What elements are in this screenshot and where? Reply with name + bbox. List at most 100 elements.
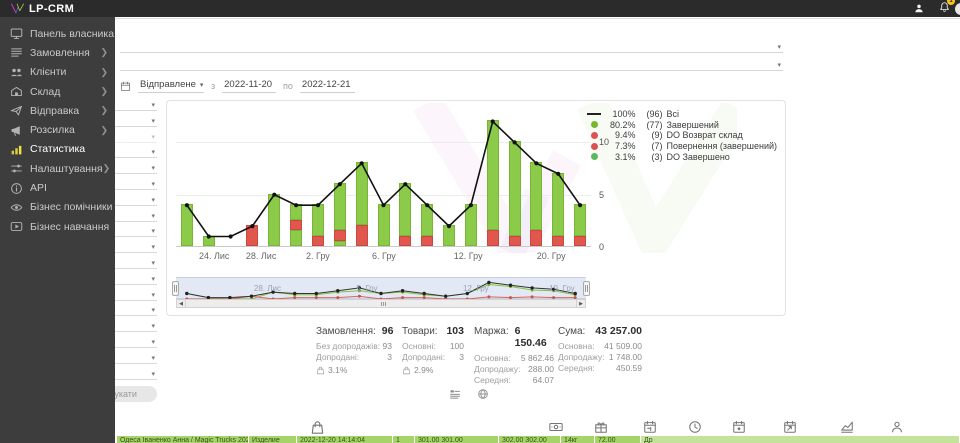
navigator-scrollbar[interactable]: ◀ ▶	[176, 299, 586, 308]
statistics-chart-card: 100% (96) Всі 80.2% (77) Завершений 9.4%…	[166, 100, 786, 316]
dot-marker-icon	[586, 121, 602, 128]
filter-select-1[interactable]: ▾	[120, 38, 783, 53]
to-label: по	[283, 81, 293, 93]
scroll-left-arrow-icon[interactable]: ◀	[177, 300, 186, 307]
bag-icon[interactable]	[310, 420, 325, 435]
calendar-icon[interactable]	[120, 81, 131, 93]
scrollbar-grip[interactable]	[381, 302, 386, 306]
summary-row-value: 64.07	[533, 375, 554, 386]
sidebar-item-shipping[interactable]: Відправка❯	[0, 101, 115, 120]
legend-count: (9)	[638, 130, 662, 140]
clock-icon[interactable]	[688, 420, 702, 434]
chevron-down-icon: ▾	[151, 276, 155, 283]
orders-icon	[10, 46, 23, 59]
statistics-icon	[10, 143, 23, 156]
completed-segment	[334, 183, 346, 230]
chart-bar-12	[421, 204, 433, 246]
chevron-down-icon: ▾	[151, 260, 155, 267]
globe-icon[interactable]	[477, 388, 489, 400]
chevron-down-icon: ▾	[151, 323, 155, 330]
chevron-down-icon: ▾	[151, 181, 155, 188]
legend-count: (7)	[638, 141, 662, 151]
navigator-left-handle[interactable]	[172, 281, 179, 296]
legend-item[interactable]: 80.2% (77) Завершений	[586, 120, 777, 131]
date-from-input[interactable]: 2022-11-20	[222, 79, 276, 93]
area-chart-icon[interactable]	[840, 420, 854, 434]
package-icon[interactable]	[594, 420, 608, 434]
legend-label: Повернення (завершений)	[666, 141, 777, 151]
table-cell: Др	[641, 436, 960, 443]
summary-row-value: 450.59	[616, 363, 642, 374]
sidebar-item-business-helpers[interactable]: Бізнес помічники	[0, 198, 115, 217]
summary-row-value: 3	[459, 352, 464, 363]
notifications-button[interactable]: 1	[939, 0, 950, 18]
chevron-right-icon: ❯	[100, 87, 108, 96]
sidebar-item-warehouse[interactable]: Склад ❯	[0, 82, 115, 101]
sidebar-item-label: Склад	[30, 86, 60, 98]
date-type-value: Відправлене	[140, 79, 196, 90]
table-cell: 72.00	[595, 436, 641, 443]
navigator-right-handle[interactable]	[583, 281, 590, 296]
chevron-down-icon: ▾	[151, 213, 155, 220]
filter-select-2[interactable]: ▾	[120, 56, 783, 71]
summary-column-1: Замовлення:96Без допродажів:93Допродані:…	[316, 325, 392, 375]
edge-avatar[interactable]	[955, 3, 960, 15]
calendar-date-icon[interactable]	[643, 420, 657, 434]
summary-header-value: 96	[382, 325, 394, 337]
summary-row-value: 100	[450, 341, 464, 352]
app-logo[interactable]: LP-CRM	[10, 2, 74, 15]
user-icon[interactable]	[914, 3, 924, 14]
sidebar-item-label: Відправка	[30, 105, 79, 117]
calendar-send-icon[interactable]	[732, 420, 746, 434]
completed-segment	[290, 230, 302, 246]
sidebar-item-clients[interactable]: Клієнти❯	[0, 63, 115, 82]
completed-segment	[203, 236, 215, 246]
summary-row-value: 41 509.00	[604, 341, 642, 352]
sidebar-item-statistics[interactable]: Статистика	[0, 140, 115, 159]
dot-marker-icon	[586, 153, 602, 160]
date-type-select[interactable]: Відправлене ▾	[138, 79, 204, 93]
navigator-date-label: 5. Гру	[356, 284, 377, 293]
return-segment	[356, 225, 368, 246]
summary-row-value: 1 748.00	[609, 352, 642, 363]
sidebar: Панель власника Замовлення❯Клієнти❯ Склад ❯…	[0, 17, 115, 443]
chevron-down-icon: ▾	[151, 149, 155, 156]
sidebar-item-business-training[interactable]: Бізнес навчання	[0, 217, 115, 236]
person-icon[interactable]	[890, 420, 904, 434]
sidebar-item-orders[interactable]: Замовлення❯	[0, 43, 115, 62]
chart-bar-1	[181, 204, 193, 246]
legend-item[interactable]: 100% (96) Всі	[586, 109, 777, 120]
scroll-right-arrow-icon[interactable]: ▶	[576, 300, 585, 307]
completed-segment	[530, 162, 542, 230]
summary-header-value: 103	[446, 325, 464, 337]
calendar-update-icon[interactable]	[783, 420, 797, 434]
sidebar-item-api[interactable]: API	[0, 178, 115, 197]
return-segment	[246, 225, 258, 246]
sidebar-item-label: Панель власника	[30, 28, 114, 40]
sidebar-item-mailing[interactable]: Розсилка❯	[0, 120, 115, 139]
sidebar-item-settings[interactable]: Налаштування❯	[0, 159, 115, 178]
legend-item[interactable]: 7.3% (7) Повернення (завершений)	[586, 141, 777, 152]
bag-icon	[402, 366, 411, 375]
banknote-icon[interactable]	[549, 420, 563, 434]
legend-item[interactable]: 3.1% (3) DO Завершено	[586, 151, 777, 162]
summary-upsell-percent: 3.1%	[328, 365, 347, 375]
chart-navigator[interactable]: 28. Лис5. Гру12. Гру19. Гру	[176, 277, 586, 299]
summary-row-label: Допродажу:	[558, 352, 605, 363]
date-to-input[interactable]: 2022-12-21	[300, 79, 355, 93]
line-marker-icon	[586, 113, 602, 115]
legend-item[interactable]: 9.4% (9) DO Возврат склад	[586, 130, 777, 141]
chevron-down-icon: ▾	[151, 102, 155, 109]
return-segment	[552, 236, 564, 246]
chart-bar-6	[290, 204, 302, 246]
completed-segment	[290, 204, 302, 220]
gridline	[176, 195, 591, 196]
table-view-icon[interactable]	[449, 388, 461, 400]
summary-row-value: 288.00	[528, 364, 554, 375]
table-row[interactable]: Одеса Іваненко Анна / Magic Trucks 2022И…	[117, 436, 960, 443]
completed-segment	[181, 204, 193, 246]
sidebar-item-owner-panel[interactable]: Панель власника	[0, 24, 115, 43]
sidebar-item-label: API	[30, 182, 47, 194]
legend-label: Завершений	[666, 120, 718, 130]
navigator-series	[176, 278, 586, 300]
